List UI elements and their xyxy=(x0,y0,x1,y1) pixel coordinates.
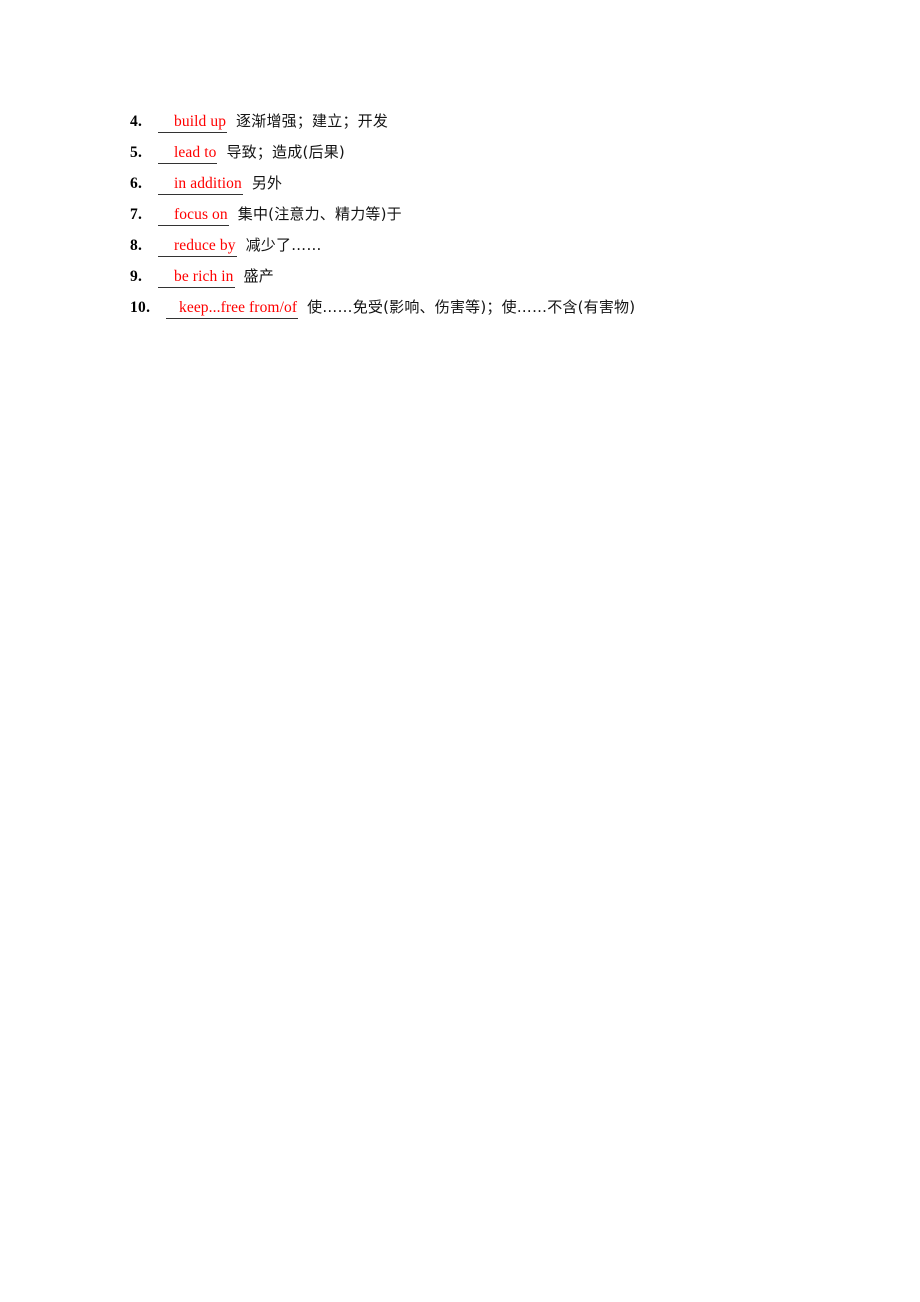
item-number: 5. xyxy=(130,144,143,161)
gloss-text: 另外 xyxy=(251,174,283,192)
list-item: 10. keep...free from/of 使……免受(影响、伤害等)；使…… xyxy=(130,296,890,327)
gloss-text: 逐渐增强；建立；开发 xyxy=(236,112,389,130)
answer-text: build up xyxy=(174,113,227,130)
gloss-text: 集中(注意力、精力等)于 xyxy=(237,205,402,223)
answer-text: be rich in xyxy=(174,268,234,285)
answer-list: 4. build up 逐渐增强；建立；开发 5. lead to 导致；造成(… xyxy=(130,110,890,327)
answer-blank[interactable]: lead to xyxy=(158,144,218,164)
answer-blank[interactable]: reduce by xyxy=(158,237,237,257)
item-number: 10. xyxy=(130,299,151,316)
answer-blank[interactable]: build up xyxy=(158,113,228,133)
item-number: 4. xyxy=(130,113,143,130)
item-number: 7. xyxy=(130,206,143,223)
answer-blank[interactable]: in addition xyxy=(158,175,243,195)
list-item: 4. build up 逐渐增强；建立；开发 xyxy=(130,110,890,141)
answer-text: reduce by xyxy=(174,237,236,254)
answer-text: lead to xyxy=(174,144,217,161)
answer-blank[interactable]: keep...free from/of xyxy=(166,299,299,319)
list-item: 9. be rich in 盛产 xyxy=(130,265,890,296)
answer-text: in addition xyxy=(174,175,242,192)
worksheet-page: 4. build up 逐渐增强；建立；开发 5. lead to 导致；造成(… xyxy=(0,0,920,1302)
gloss-text: 盛产 xyxy=(243,267,274,285)
answer-text: keep...free from/of xyxy=(179,299,298,316)
item-number: 9. xyxy=(130,268,143,285)
list-item: 6. in addition 另外 xyxy=(130,172,890,203)
gloss-text: 使……免受(影响、伤害等)；使……不含(有害物) xyxy=(307,298,636,316)
list-item: 7. focus on 集中(注意力、精力等)于 xyxy=(130,203,890,234)
list-item: 8. reduce by 减少了…… xyxy=(130,234,890,265)
item-number: 8. xyxy=(130,237,143,254)
list-item: 5. lead to 导致；造成(后果) xyxy=(130,141,890,172)
answer-blank[interactable]: be rich in xyxy=(158,268,235,288)
gloss-text: 减少了…… xyxy=(245,236,322,254)
answer-blank[interactable]: focus on xyxy=(158,206,229,226)
answer-text: focus on xyxy=(174,206,228,223)
item-number: 6. xyxy=(130,175,143,192)
gloss-text: 导致；造成(后果) xyxy=(226,143,345,161)
